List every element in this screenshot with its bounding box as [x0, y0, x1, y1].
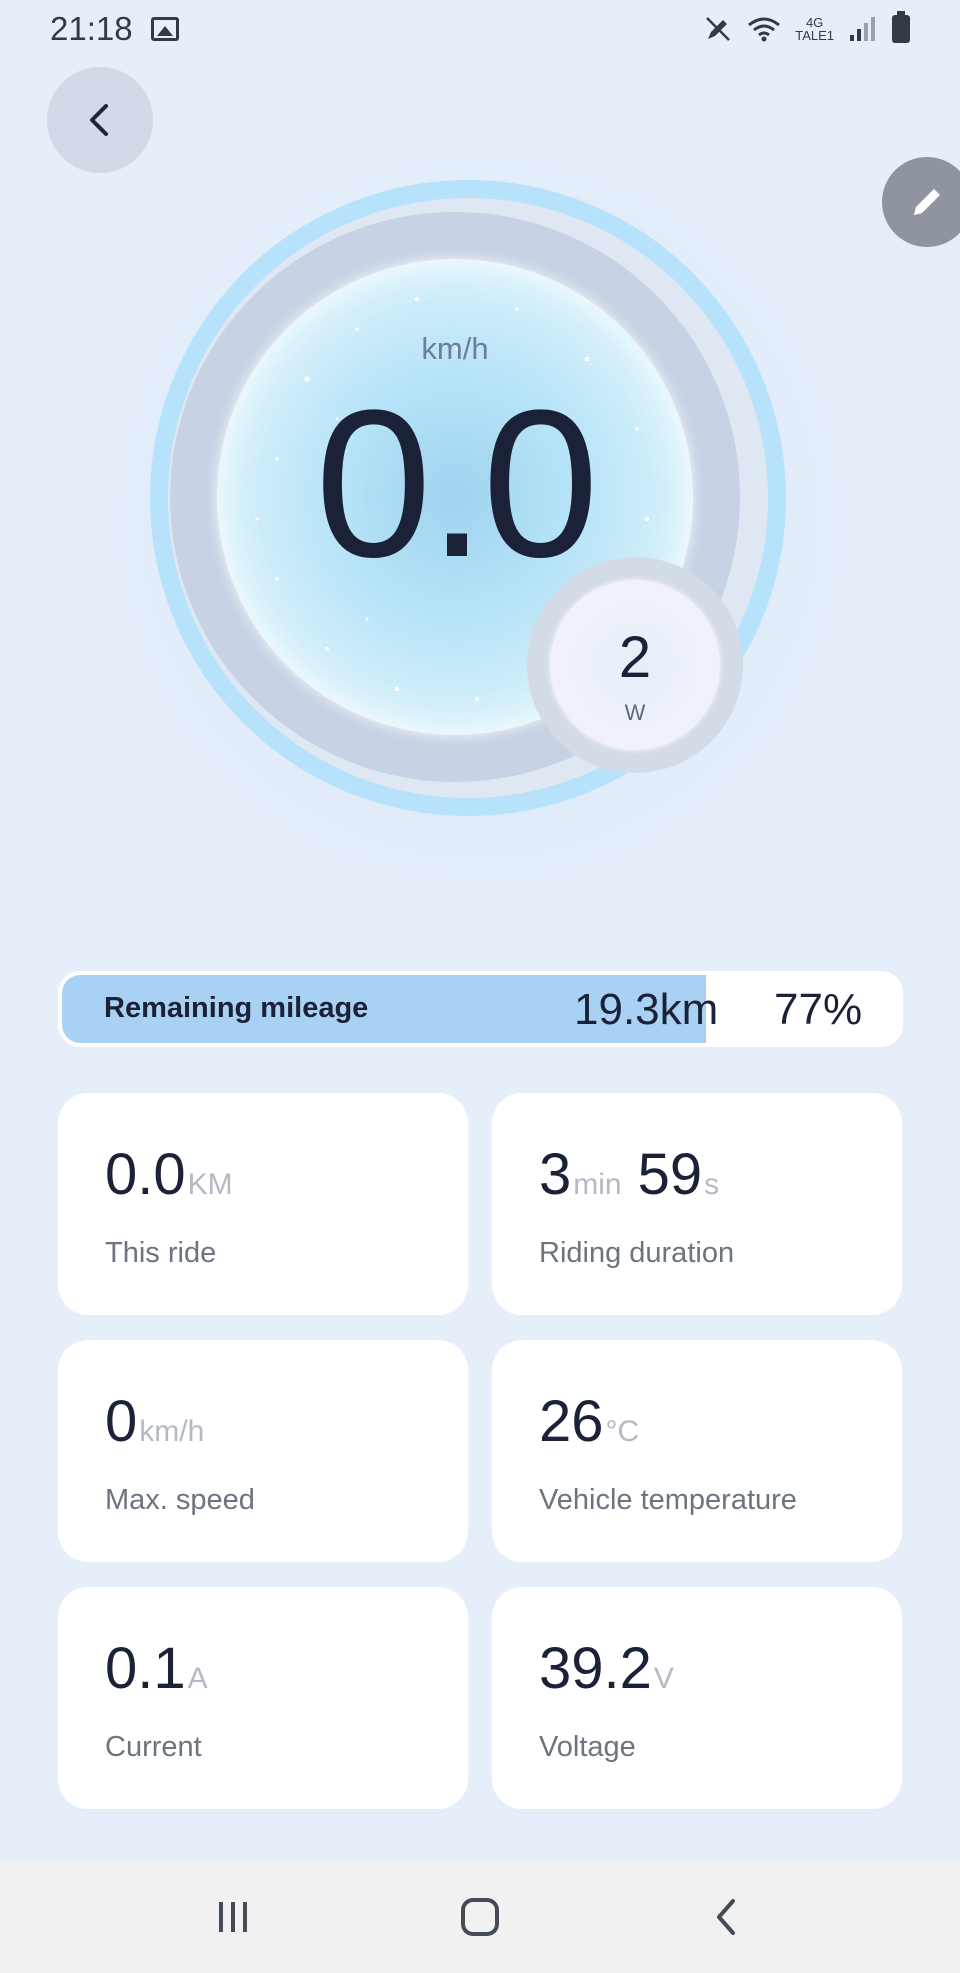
home-icon [460, 1898, 499, 1936]
stat-unit-seconds: s [704, 1168, 720, 1201]
image-icon [150, 17, 179, 41]
stat-unit: km/h [139, 1415, 205, 1448]
stat-unit-minutes: min [573, 1168, 622, 1201]
home-button[interactable] [440, 1877, 520, 1957]
chevron-left-icon [90, 104, 108, 136]
system-nav-bar [0, 1861, 960, 1973]
power-value: 2 [618, 625, 652, 690]
stat-value-minutes: 3 [539, 1142, 572, 1207]
nav-back-button[interactable] [687, 1877, 767, 1957]
stat-value-seconds: 59 [637, 1142, 703, 1207]
status-time: 21:18 [50, 10, 133, 47]
stat-value: 0.1 [105, 1636, 186, 1701]
mileage-label: Remaining mileage [104, 992, 369, 1024]
stat-card-vehicle-temperature: 26 °C Vehicle temperature [492, 1340, 902, 1562]
network-label: 4G TALE1 [795, 15, 834, 43]
stat-card-this-ride: 0.0 KM This ride [58, 1093, 468, 1315]
battery-icon [892, 11, 910, 43]
stat-value-row: 0.0 KM [105, 1141, 233, 1208]
pencil-icon [914, 189, 940, 215]
stat-label: Max. speed [105, 1484, 255, 1516]
stat-label: Voltage [539, 1731, 636, 1763]
stat-card-max-speed: 0 km/h Max. speed [58, 1340, 468, 1562]
stat-value: 39.2 [539, 1636, 652, 1701]
stat-card-current: 0.1 A Current [58, 1587, 468, 1809]
stat-value-row: 0.1 A [105, 1635, 208, 1702]
stat-label: Vehicle temperature [539, 1484, 797, 1516]
stat-value: 0 [105, 1389, 138, 1454]
mileage-percent: 77% [774, 985, 863, 1034]
stat-value-row: 39.2 V [539, 1635, 674, 1702]
stat-label: Riding duration [539, 1237, 735, 1269]
status-icons: 4G TALE1 [703, 11, 910, 44]
stat-value: 0.0 [105, 1142, 186, 1207]
edit-pen-icon [706, 17, 731, 41]
stat-card-voltage: 39.2 V Voltage [492, 1587, 902, 1809]
recent-apps-button[interactable] [193, 1877, 273, 1957]
recent-apps-icon [219, 1902, 248, 1932]
stat-value-row: 0 km/h [105, 1388, 204, 1455]
back-icon [716, 1899, 735, 1935]
remaining-mileage-bar: Remaining mileage 19.3km 77% [58, 971, 903, 1047]
wifi-icon [748, 17, 781, 42]
stat-unit: V [653, 1662, 674, 1695]
stat-unit: A [187, 1662, 208, 1695]
power-gauge: 2 W [550, 580, 720, 750]
power-unit: W [624, 700, 646, 725]
stat-label: Current [105, 1731, 202, 1763]
speed-unit: km/h [421, 331, 489, 366]
edit-button[interactable] [882, 157, 960, 247]
back-button[interactable] [47, 67, 153, 173]
signal-icon [850, 17, 875, 41]
stat-label: This ride [105, 1237, 217, 1269]
stat-unit: °C [605, 1415, 640, 1448]
stat-value: 26 [539, 1389, 604, 1454]
stat-card-riding-duration: 3 min 59 s Riding duration [492, 1093, 902, 1315]
stat-value-row: 3 min 59 s [539, 1141, 719, 1208]
status-bar: 21:18 4G TALE1 [0, 0, 960, 58]
mileage-distance: 19.3km [574, 985, 719, 1034]
stat-unit: KM [187, 1168, 233, 1201]
stat-value-row: 26 °C [539, 1388, 639, 1455]
